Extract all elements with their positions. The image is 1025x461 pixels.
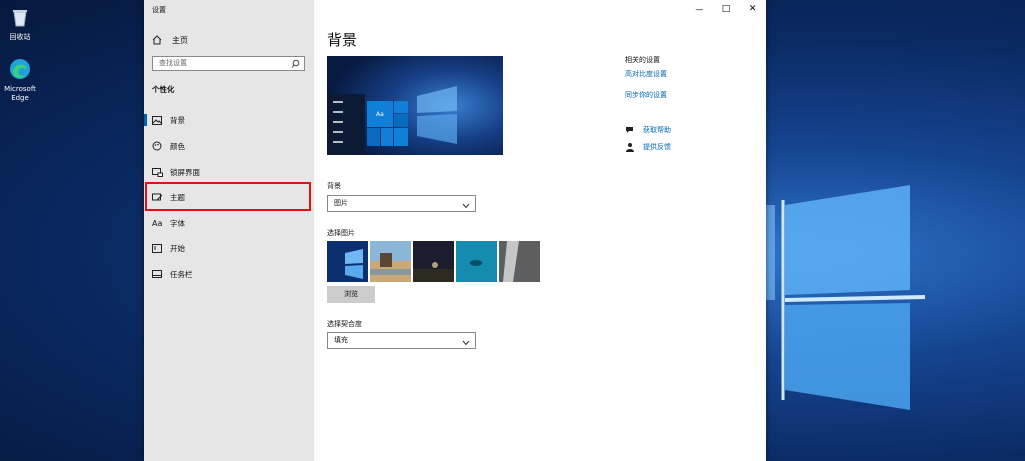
choose-picture-label: 选择图片	[327, 229, 355, 237]
search-icon	[291, 59, 300, 73]
close-button[interactable]: ✕	[747, 3, 759, 15]
nav-home[interactable]: 主页	[152, 33, 188, 47]
nav-item-background[interactable]: 背景	[144, 110, 314, 130]
windows-logo-wallpaper	[765, 185, 925, 410]
fit-select-value: 填充	[334, 336, 348, 344]
background-preview: Aa	[327, 56, 503, 155]
search-placeholder: 查找设置	[159, 59, 187, 67]
feedback-link[interactable]: 提供反馈	[625, 142, 671, 152]
picture-thumbnail-windows[interactable]	[327, 241, 368, 282]
start-icon	[152, 243, 164, 253]
high-contrast-link[interactable]: 高对比度设置	[625, 69, 667, 79]
recycle-bin-label: 回收站	[9, 33, 31, 41]
edge-icon	[10, 59, 30, 79]
settings-window: 设置 主页 查找设置 个性化 背景 颜色 锁屏界面 主题 Aa 字体 开始 任务…	[144, 0, 766, 461]
chevron-down-icon	[462, 337, 470, 352]
maximize-button[interactable]: □	[720, 3, 732, 15]
window-title: 设置	[152, 6, 166, 14]
picture-thumbnail-night[interactable]	[413, 241, 454, 282]
get-help-label: 获取帮助	[643, 126, 671, 134]
feedback-label: 提供反馈	[643, 143, 671, 151]
related-settings-heading: 相关的设置	[625, 56, 660, 64]
picture-thumbnail-underwater[interactable]	[456, 241, 497, 282]
page-title: 背景	[327, 31, 358, 49]
minimize-button[interactable]: —	[693, 3, 705, 15]
nav-item-label: 锁屏界面	[170, 167, 200, 177]
background-label: 背景	[327, 182, 341, 190]
nav-item-label: 开始	[170, 243, 185, 253]
nav-home-label: 主页	[172, 35, 188, 45]
background-select[interactable]: 图片	[327, 195, 476, 212]
palette-icon	[152, 141, 164, 151]
feedback-person-icon	[625, 142, 637, 152]
sync-settings-link[interactable]: 同步你的设置	[625, 90, 667, 100]
help-chat-icon	[625, 125, 637, 135]
get-help-link[interactable]: 获取帮助	[625, 125, 671, 135]
preview-tile-text: Aa	[376, 111, 384, 118]
edge-desktop-icon[interactable]: Microsoft Edge	[0, 58, 40, 103]
home-icon	[152, 35, 164, 45]
recycle-bin-icon	[13, 10, 27, 27]
nav-item-fonts[interactable]: Aa 字体	[144, 213, 314, 233]
edge-label: Microsoft Edge	[4, 85, 36, 102]
nav-item-label: 颜色	[170, 141, 185, 151]
nav-item-taskbar[interactable]: 任务栏	[144, 264, 314, 284]
font-icon: Aa	[152, 218, 163, 228]
recycle-bin-desktop-icon[interactable]: 回收站	[0, 6, 40, 42]
window-controls: — □ ✕	[686, 0, 766, 18]
nav-item-label: 任务栏	[170, 269, 193, 279]
highlight-box	[145, 182, 311, 211]
section-heading: 个性化	[152, 85, 175, 94]
fit-select[interactable]: 填充	[327, 332, 476, 349]
picture-icon	[152, 115, 164, 125]
nav-item-lockscreen[interactable]: 锁屏界面	[144, 162, 314, 182]
nav-item-label: 字体	[170, 218, 185, 228]
chevron-down-icon	[462, 200, 470, 215]
background-select-value: 图片	[334, 199, 348, 207]
nav-item-label: 背景	[170, 115, 185, 125]
nav-item-start[interactable]: 开始	[144, 238, 314, 258]
nav-item-colors[interactable]: 颜色	[144, 136, 314, 156]
lockscreen-icon	[152, 167, 164, 177]
picture-thumbnail-rock[interactable]	[499, 241, 540, 282]
sidebar: 设置 主页 查找设置 个性化 背景 颜色 锁屏界面 主题 Aa 字体 开始 任务…	[144, 0, 314, 461]
picture-thumbnail-beach[interactable]	[370, 241, 411, 282]
taskbar-icon	[152, 270, 164, 278]
search-input[interactable]: 查找设置	[152, 56, 305, 71]
fit-label: 选择契合度	[327, 320, 362, 328]
browse-button[interactable]: 浏览	[327, 286, 375, 303]
preview-image	[327, 56, 503, 155]
